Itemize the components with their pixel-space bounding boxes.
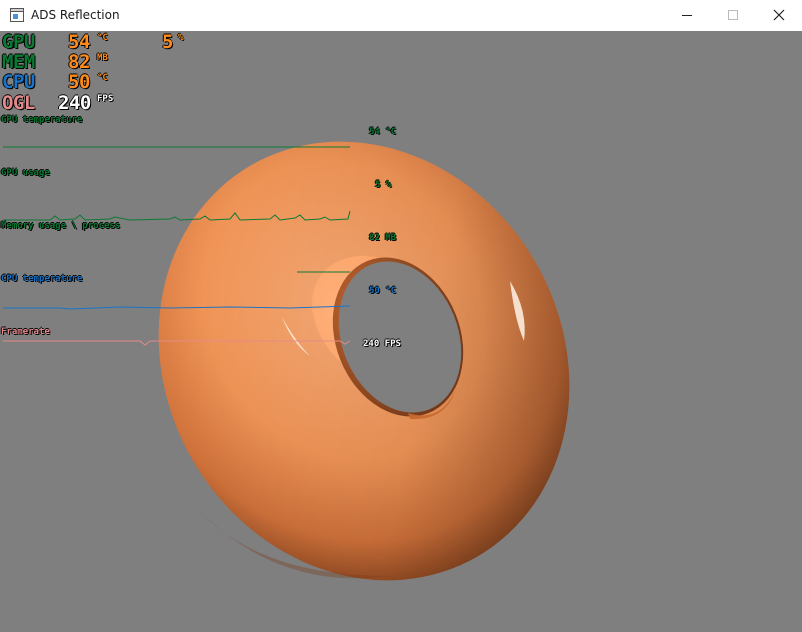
- ogl-label: OGL: [2, 92, 35, 114]
- minimize-icon: [682, 15, 692, 16]
- mem-label: MEM: [2, 51, 35, 73]
- close-button[interactable]: [756, 0, 802, 31]
- gpu-temp-graph-value: 54 °C: [369, 127, 397, 137]
- gpu-temp-graph-label: GPU temperature: [1, 115, 83, 125]
- gpu-usage-graph-value: 5 %: [375, 180, 392, 190]
- close-icon: [773, 9, 785, 21]
- cpu-label: CPU: [2, 71, 35, 93]
- gpu-temp-unit: °C: [97, 33, 108, 43]
- mem-unit: MB: [97, 53, 108, 63]
- memory-graph-value: 82 MB: [369, 233, 397, 243]
- cpu-temp-graph-label: CPU temperature: [1, 274, 83, 284]
- ogl-fps-value: 240: [58, 92, 91, 114]
- maximize-button[interactable]: [710, 0, 756, 31]
- torus-body: [158, 141, 570, 581]
- cpu-temp-unit: °C: [97, 73, 108, 83]
- maximize-icon: [728, 10, 738, 20]
- gpu-usage-graph-label: GPU usage: [1, 168, 50, 178]
- gpu-usage-unit: %: [178, 33, 184, 43]
- title-bar[interactable]: ADS Reflection: [0, 0, 802, 32]
- framerate-graph-value: 240 FPS: [363, 339, 401, 349]
- cpu-temp-value: 50: [68, 71, 90, 93]
- gpu-temp-value: 54: [68, 31, 90, 53]
- gpu-label: GPU: [2, 31, 35, 53]
- mem-value: 82: [68, 51, 90, 73]
- cpu-temp-graph-value: 50 °C: [369, 286, 397, 296]
- minimize-button[interactable]: [664, 0, 710, 31]
- app-window: ADS Reflection GPU 54 °C 5 % MEM 82 MB C…: [0, 0, 802, 632]
- memory-graph-label: Memory usage \ process: [1, 221, 121, 231]
- gpu-usage-value: 5: [162, 31, 173, 53]
- render-viewport[interactable]: GPU 54 °C 5 % MEM 82 MB CPU 50 °C OGL 24…: [0, 31, 802, 632]
- torus-scene: [3, 141, 570, 581]
- ogl-fps-unit: FPS: [97, 94, 114, 104]
- framerate-graph-label: Framerate: [1, 327, 50, 337]
- window-title: ADS Reflection: [31, 8, 120, 22]
- app-window-icon: [10, 8, 24, 22]
